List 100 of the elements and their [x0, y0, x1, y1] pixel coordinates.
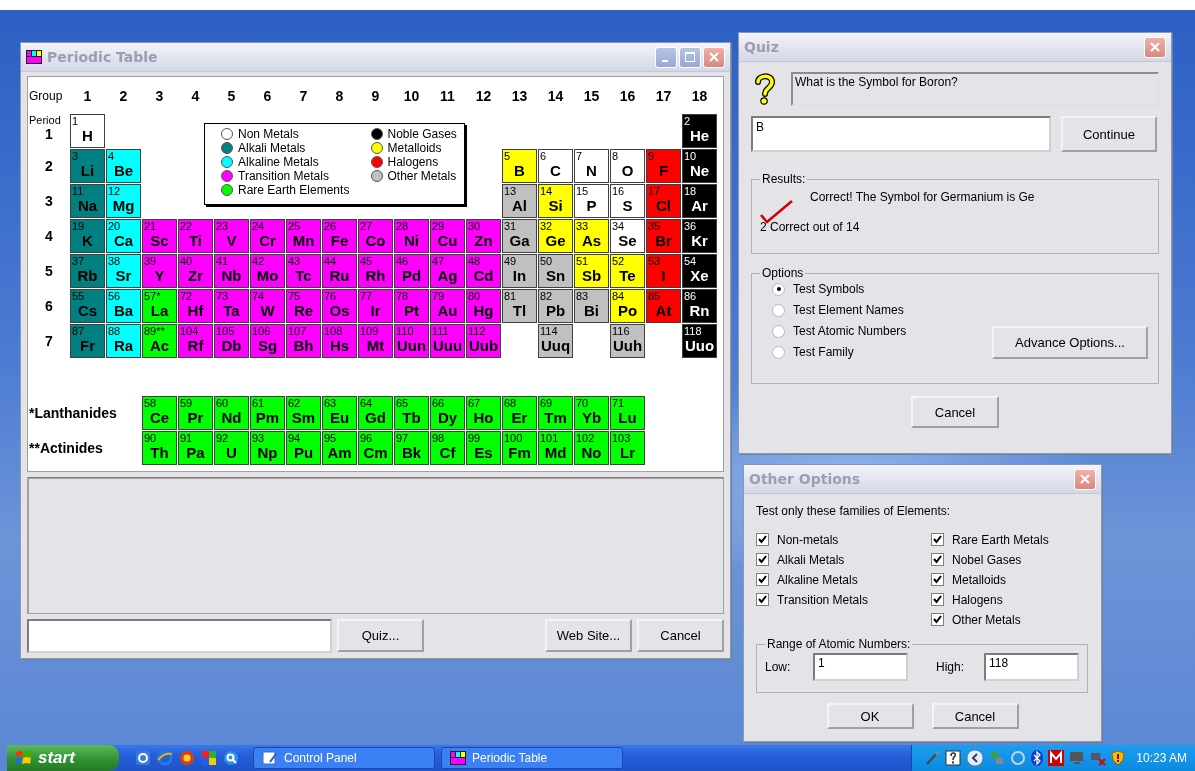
dialog-button[interactable]: Web Site... — [545, 619, 632, 652]
checkbox[interactable] — [756, 573, 769, 586]
checkbox[interactable] — [756, 553, 769, 566]
element-tile[interactable]: 20 Ca — [106, 219, 141, 253]
element-tile[interactable]: 95 Am — [322, 431, 357, 465]
element-tile[interactable]: 83 Bi — [574, 289, 609, 323]
element-tile[interactable]: 8 O — [610, 149, 645, 183]
element-tile[interactable]: 10 Ne — [682, 149, 717, 183]
help-icon[interactable] — [945, 750, 962, 766]
checkbox-option[interactable]: Halogens — [931, 592, 1076, 607]
element-tile[interactable]: 6 C — [538, 149, 573, 183]
element-tile[interactable]: 100 Fm — [502, 431, 537, 465]
element-tile[interactable]: 50 Sn — [538, 254, 573, 288]
element-tile[interactable]: 63 Eu — [322, 396, 357, 430]
antivirus-icon[interactable] — [1048, 750, 1065, 766]
close-button[interactable] — [703, 46, 725, 68]
checkbox[interactable] — [931, 533, 944, 546]
element-tile[interactable]: 19 K — [70, 219, 105, 253]
close-button[interactable] — [1144, 36, 1166, 58]
element-tile[interactable]: 41 Nb — [214, 254, 249, 288]
input-field[interactable] — [27, 619, 332, 653]
element-tile[interactable]: 54 Xe — [682, 254, 717, 288]
checkbox[interactable] — [756, 593, 769, 606]
checkbox[interactable] — [931, 593, 944, 606]
element-tile[interactable]: 97 Bk — [394, 431, 429, 465]
checkbox-option[interactable]: Transition Metals — [756, 592, 901, 607]
checkbox-option[interactable]: Non-metals — [756, 532, 901, 547]
element-tile[interactable]: 35 Br — [646, 219, 681, 253]
cancel-button[interactable]: Cancel — [931, 703, 1019, 729]
element-tile[interactable]: 89** Ac — [142, 324, 177, 358]
element-tile[interactable]: 3 Li — [70, 149, 105, 183]
element-tile[interactable]: 22 Ti — [178, 219, 213, 253]
element-tile[interactable]: 15 P — [574, 184, 609, 218]
checkbox-option[interactable]: Alkaline Metals — [756, 572, 901, 587]
element-tile[interactable]: 69 Tm — [538, 396, 573, 430]
element-tile[interactable]: 55 Cs — [70, 289, 105, 323]
element-tile[interactable]: 80 Hg — [466, 289, 501, 323]
element-tile[interactable]: 67 Ho — [466, 396, 501, 430]
ok-button[interactable]: OK — [826, 703, 914, 729]
element-tile[interactable]: 106 Sg — [250, 324, 285, 358]
checkbox-option[interactable]: Metalloids — [931, 572, 1076, 587]
taskbar-button[interactable]: Periodic Table — [441, 747, 623, 769]
element-tile[interactable]: 31 Ga — [502, 219, 537, 253]
cancel-button[interactable]: Cancel — [911, 396, 999, 428]
element-tile[interactable]: 91 Pa — [178, 431, 213, 465]
element-tile[interactable]: 44 Ru — [322, 254, 357, 288]
high-field[interactable]: 118 — [984, 653, 1079, 681]
element-tile[interactable]: 32 Ge — [538, 219, 573, 253]
element-tile[interactable]: 103 Lr — [610, 431, 645, 465]
element-tile[interactable]: 111 Uuu — [430, 324, 465, 358]
element-tile[interactable]: 17 Cl — [646, 184, 681, 218]
element-tile[interactable]: 37 Rb — [70, 254, 105, 288]
element-tile[interactable]: 105 Db — [214, 324, 249, 358]
element-tile[interactable]: 90 Th — [142, 431, 177, 465]
checkbox-option[interactable]: Alkali Metals — [756, 552, 901, 567]
element-tile[interactable]: 27 Co — [358, 219, 393, 253]
element-tile[interactable]: 92 U — [214, 431, 249, 465]
element-tile[interactable]: 68 Er — [502, 396, 537, 430]
checkbox[interactable] — [931, 613, 944, 626]
element-tile[interactable]: 60 Nd — [214, 396, 249, 430]
element-tile[interactable]: 74 W — [250, 289, 285, 323]
element-tile[interactable]: 1 H — [70, 114, 105, 148]
close-button[interactable] — [1074, 468, 1096, 490]
element-tile[interactable]: 70 Yb — [574, 396, 609, 430]
advance-options-button[interactable]: Advance Options... — [992, 326, 1148, 359]
element-tile[interactable]: 102 No — [574, 431, 609, 465]
element-tile[interactable]: 5 B — [502, 149, 537, 183]
element-tile[interactable]: 39 Y — [142, 254, 177, 288]
element-tile[interactable]: 62 Sm — [286, 396, 321, 430]
element-tile[interactable]: 2 He — [682, 114, 717, 148]
element-tile[interactable]: 98 Cf — [430, 431, 465, 465]
element-tile[interactable]: 28 Ni — [394, 219, 429, 253]
element-tile[interactable]: 58 Ce — [142, 396, 177, 430]
element-tile[interactable]: 9 F — [646, 149, 681, 183]
element-tile[interactable]: 42 Mo — [250, 254, 285, 288]
element-tile[interactable]: 108 Hs — [322, 324, 357, 358]
element-tile[interactable]: 38 Sr — [106, 254, 141, 288]
element-tile[interactable]: 40 Zr — [178, 254, 213, 288]
element-tile[interactable]: 51 Sb — [574, 254, 609, 288]
search-icon[interactable] — [223, 750, 239, 766]
element-tile[interactable]: 66 Dy — [430, 396, 465, 430]
element-tile[interactable]: 94 Pu — [286, 431, 321, 465]
element-tile[interactable]: 64 Gd — [358, 396, 393, 430]
browser-icon[interactable] — [157, 750, 173, 766]
radio-option[interactable]: Test Family — [772, 345, 907, 359]
element-tile[interactable]: 73 Ta — [214, 289, 249, 323]
element-tile[interactable]: 109 Mt — [358, 324, 393, 358]
radio-option[interactable]: Test Atomic Numbers — [772, 324, 907, 338]
element-tile[interactable]: 61 Pm — [250, 396, 285, 430]
continue-button[interactable]: Continue — [1061, 116, 1157, 152]
low-field[interactable]: 1 — [813, 653, 908, 681]
element-tile[interactable]: 99 Es — [466, 431, 501, 465]
checkbox[interactable] — [931, 553, 944, 566]
element-tile[interactable]: 88 Ra — [106, 324, 141, 358]
element-tile[interactable]: 23 V — [214, 219, 249, 253]
element-tile[interactable]: 71 Lu — [610, 396, 645, 430]
checkbox-option[interactable]: Nobel Gases — [931, 552, 1076, 567]
monitor-icon[interactable] — [1069, 750, 1086, 766]
element-tile[interactable]: 16 S — [610, 184, 645, 218]
element-tile[interactable]: 4 Be — [106, 149, 141, 183]
